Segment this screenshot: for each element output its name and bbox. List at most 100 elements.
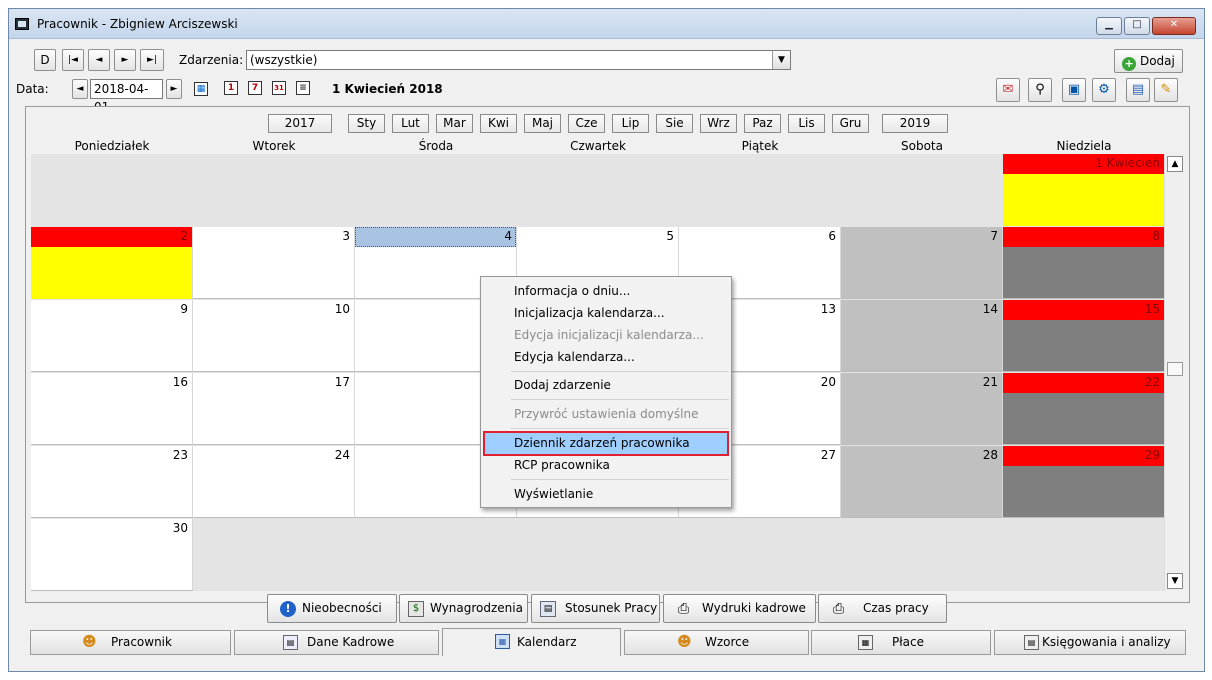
export-icon[interactable]: ✉ — [996, 78, 1020, 102]
tab-calendar[interactable]: ▦ Kalendarz — [442, 628, 621, 656]
weekday-header-thu: Czwartek — [570, 139, 626, 153]
day-number: 14 — [982, 302, 998, 316]
tab-patterns[interactable]: ☻ Wzorce — [624, 630, 809, 655]
date-prev-button[interactable]: ◄ — [72, 79, 88, 99]
month-maj-button[interactable]: Maj — [524, 114, 561, 133]
maximize-button[interactable]: □ — [1124, 17, 1150, 35]
day-cell-2[interactable]: 2 — [31, 227, 193, 299]
tab-hr-data[interactable]: ▤ Dane Kadrowe — [234, 630, 439, 655]
day-cell-3[interactable]: 3 — [193, 227, 355, 299]
prev-year-button[interactable]: 2017 — [268, 114, 332, 133]
day-number: 21 — [982, 375, 998, 389]
day-cell-21[interactable]: 21 — [841, 373, 1003, 445]
month-lut-button[interactable]: Lut — [392, 114, 429, 133]
calendar-scrollbar[interactable]: ▲ ▼ — [1164, 154, 1184, 591]
month-gru-button[interactable]: Gru — [832, 114, 869, 133]
month-view-icon[interactable]: 31 — [272, 81, 286, 95]
salaries-button[interactable]: $ Wynagrodzenia — [399, 594, 528, 623]
nav-prev-button[interactable]: ◄ — [88, 49, 110, 71]
scroll-down-icon[interactable]: ▼ — [1167, 573, 1183, 589]
month-kwi-button[interactable]: Kwi — [480, 114, 517, 133]
next-year-button[interactable]: 2019 — [882, 114, 948, 133]
month-lip-button[interactable]: Lip — [612, 114, 649, 133]
table-icon[interactable]: ▤ — [1126, 78, 1150, 102]
day-cell-7[interactable]: 7 — [841, 227, 1003, 299]
day-cell-10[interactable]: 10 — [193, 300, 355, 372]
grid-icon[interactable]: ▣ — [1062, 78, 1086, 102]
tab-employee-label: Pracownik — [111, 635, 172, 649]
hr-printouts-button[interactable]: ⎙ Wydruki kadrowe — [663, 594, 816, 623]
minimize-button[interactable]: ▁ — [1096, 17, 1122, 35]
day-cell-9[interactable]: 9 — [31, 300, 193, 372]
menu-item-display[interactable]: Wyświetlanie — [514, 487, 593, 501]
day-cell-29[interactable]: 29 — [1003, 446, 1164, 518]
tab-employee[interactable]: ☻ Pracownik — [30, 630, 231, 655]
day-number: 15 — [1144, 302, 1160, 316]
close-button[interactable]: ✕ — [1152, 17, 1196, 35]
day-number: 17 — [334, 375, 350, 389]
contract-icon: ▤ — [540, 601, 556, 617]
salaries-button-label: Wynagrodzenia — [430, 601, 523, 615]
events-select[interactable]: (wszystkie) ▼ — [246, 50, 791, 70]
absences-button-label: Nieobecności — [302, 601, 382, 615]
tab-payroll[interactable]: ▦ Płace — [811, 630, 991, 655]
chevron-down-icon[interactable]: ▼ — [772, 51, 790, 69]
day-number: 16 — [172, 375, 188, 389]
day-number: 23 — [172, 448, 188, 462]
settings-icon[interactable]: ⚙ — [1092, 78, 1116, 102]
day-cell-16[interactable]: 16 — [31, 373, 193, 445]
day-cell-23[interactable]: 23 — [31, 446, 193, 518]
day-cell-15[interactable]: 15 — [1003, 300, 1164, 372]
day-number: 24 — [334, 448, 350, 462]
weekday-header-tue: Wtorek — [252, 139, 296, 153]
scroll-thumb[interactable] — [1167, 362, 1183, 376]
day-number: 10 — [334, 302, 350, 316]
menu-item-add-event[interactable]: Dodaj zdarzenie — [514, 378, 611, 392]
day-view-icon[interactable]: 1 — [224, 81, 238, 95]
add-button[interactable]: + Dodaj — [1114, 49, 1183, 73]
day-cell-8[interactable]: 8 — [1003, 227, 1164, 299]
day-number: 28 — [982, 448, 998, 462]
nav-start-button[interactable]: |◄ — [62, 49, 84, 71]
day-cell-14[interactable]: 14 — [841, 300, 1003, 372]
edit-pencil-icon[interactable]: ✎ — [1154, 78, 1178, 102]
month-paz-button[interactable]: Paz — [744, 114, 781, 133]
menu-item-day-info[interactable]: Informacja o dniu... — [514, 284, 630, 298]
work-time-button[interactable]: ⎙ Czas pracy — [818, 594, 947, 623]
month-lis-button[interactable]: Lis — [788, 114, 825, 133]
month-sie-button[interactable]: Sie — [656, 114, 693, 133]
menu-item-employee-event-log[interactable]: Dziennik zdarzeń pracownika — [514, 436, 690, 450]
day-cell-24[interactable]: 24 — [193, 446, 355, 518]
menu-item-employee-rcp[interactable]: RCP pracownika — [514, 458, 610, 472]
search-icon[interactable]: ⚲ — [1028, 78, 1052, 102]
date-next-button[interactable]: ► — [166, 79, 182, 99]
menu-separator — [511, 428, 729, 429]
month-sty-button[interactable]: Sty — [348, 114, 385, 133]
menu-separator — [511, 371, 729, 372]
day-cell-17[interactable]: 17 — [193, 373, 355, 445]
month-wrz-button[interactable]: Wrz — [700, 114, 737, 133]
employment-button[interactable]: ▤ Stosunek Pracy — [531, 594, 660, 623]
date-input[interactable]: 2018-04-01 — [90, 79, 163, 114]
nav-next-button[interactable]: ► — [114, 49, 136, 71]
week-view-icon[interactable]: 7 — [248, 81, 262, 95]
scroll-up-icon[interactable]: ▲ — [1167, 156, 1183, 172]
nav-first-record-button[interactable]: D — [34, 49, 56, 71]
main-window: Pracownik - Zbigniew Arciszewski ▁ □ ✕ D… — [8, 8, 1205, 672]
menu-item-edit-calendar[interactable]: Edycja kalendarza... — [514, 350, 635, 364]
money-icon: $ — [408, 601, 424, 617]
menu-item-calendar-init[interactable]: Inicjalizacja kalendarza... — [514, 306, 665, 320]
day-cell-22[interactable]: 22 — [1003, 373, 1164, 445]
menu-separator — [511, 479, 729, 480]
month-cze-button[interactable]: Cze — [568, 114, 605, 133]
month-mar-button[interactable]: Mar — [436, 114, 473, 133]
day-cell-28[interactable]: 28 — [841, 446, 1003, 518]
day-cell-1[interactable]: 1 Kwiecień — [1003, 154, 1164, 226]
absences-button[interactable]: ! Nieobecności — [267, 594, 397, 623]
today-calendar-icon[interactable]: ▦ — [194, 82, 208, 96]
nav-end-button[interactable]: ►| — [140, 49, 164, 71]
day-cell-30[interactable]: 30 — [31, 519, 193, 591]
tab-accounting[interactable]: ▤ Księgowania i analizy — [994, 630, 1186, 655]
list-view-icon[interactable]: ≡ — [296, 81, 310, 95]
calendar-icon: ▦ — [495, 634, 510, 649]
